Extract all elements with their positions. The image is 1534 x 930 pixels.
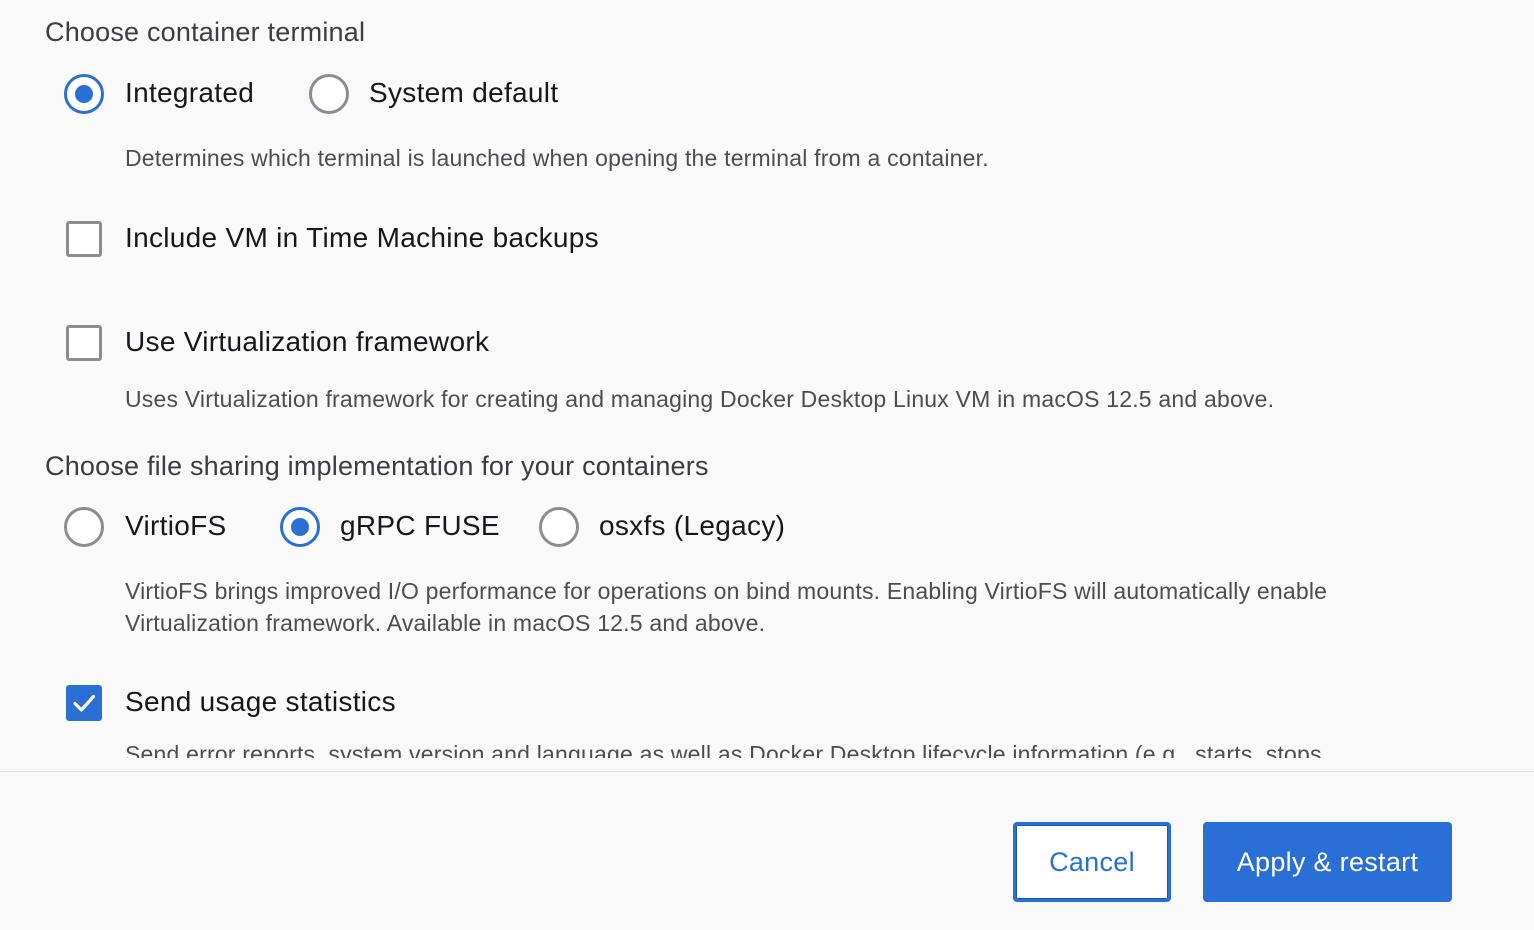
radio-osxfs-legacy-label[interactable]: osxfs (Legacy) — [599, 510, 785, 542]
radio-system-default[interactable] — [309, 74, 349, 114]
radio-integrated-label[interactable]: Integrated — [125, 77, 254, 109]
settings-scroll-area[interactable]: Choose container terminal Integrated Sys… — [0, 0, 1534, 758]
radio-virtiofs-label[interactable]: VirtioFS — [125, 510, 226, 542]
radio-osxfs-legacy[interactable] — [539, 507, 579, 547]
radio-system-default-label[interactable]: System default — [369, 77, 558, 109]
radio-integrated[interactable] — [64, 74, 104, 114]
terminal-section-title: Choose container terminal — [45, 17, 366, 47]
file-sharing-help-line-1: VirtioFS brings improved I/O performance… — [125, 578, 1328, 604]
virtualization-framework-label[interactable]: Use Virtualization framework — [125, 326, 489, 358]
radio-grpc-fuse-label[interactable]: gRPC FUSE — [340, 510, 500, 542]
virtualization-framework-checkbox[interactable] — [66, 325, 102, 361]
dialog-footer: Cancel Apply & restart — [0, 771, 1534, 930]
file-sharing-help-line-2: Virtualization framework. Available in m… — [125, 610, 766, 636]
time-machine-label[interactable]: Include VM in Time Machine backups — [125, 222, 599, 254]
settings-panel: Choose container terminal Integrated Sys… — [0, 0, 1534, 930]
checkmark-icon — [73, 694, 96, 712]
usage-statistics-checkbox[interactable] — [66, 685, 102, 721]
virtualization-help-text: Uses Virtualization framework for creati… — [125, 386, 1275, 412]
radio-virtiofs[interactable] — [64, 507, 104, 547]
time-machine-checkbox[interactable] — [66, 221, 102, 257]
radio-grpc-fuse[interactable] — [280, 507, 320, 547]
file-sharing-section-title: Choose file sharing implementation for y… — [45, 451, 709, 481]
terminal-help-text: Determines which terminal is launched wh… — [125, 145, 989, 171]
apply-restart-button[interactable]: Apply & restart — [1203, 822, 1452, 902]
cancel-button[interactable]: Cancel — [1013, 822, 1171, 902]
usage-statistics-label[interactable]: Send usage statistics — [125, 686, 396, 718]
usage-statistics-help-text: Send error reports, system version and l… — [125, 741, 1329, 758]
